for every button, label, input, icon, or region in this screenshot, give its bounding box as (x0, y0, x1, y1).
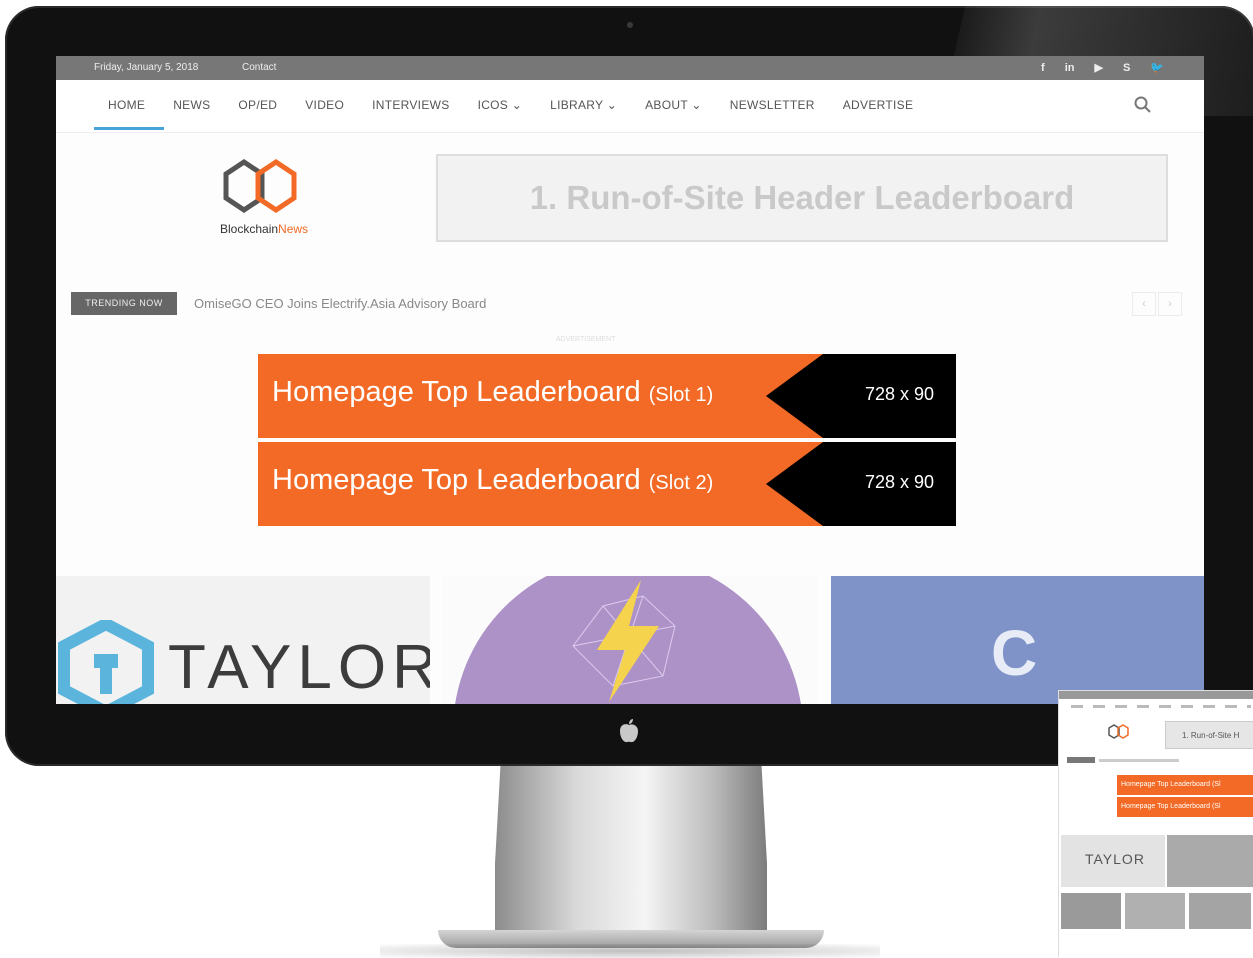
main-nav: HOME NEWS OP/ED VIDEO INTERVIEWS ICOS ⌄ … (56, 80, 1204, 133)
nav-items: HOME NEWS OP/ED VIDEO INTERVIEWS ICOS ⌄ … (108, 98, 913, 112)
nav-active-indicator (94, 127, 164, 130)
mini-nav (1071, 705, 1251, 708)
taylor-cube-icon (58, 620, 154, 704)
mini-card-2 (1167, 835, 1253, 887)
advertisement-label: ADVERTISEMENT (556, 336, 616, 343)
facebook-icon[interactable]: f (1041, 56, 1045, 80)
nav-item-news[interactable]: NEWS (173, 98, 210, 112)
social-links: f in ▶ S 🐦 (1041, 56, 1164, 80)
logo-hexagon-icon (223, 158, 297, 214)
c-logo-icon: C (991, 617, 1038, 689)
ad-slot-text: (Slot 2) (648, 472, 714, 494)
youtube-icon[interactable]: ▶ (1094, 56, 1102, 80)
ad-size: 728 x 90 (864, 472, 934, 492)
lightning-bolt-icon (572, 580, 676, 702)
nav-item-newsletter[interactable]: NEWSLETTER (730, 98, 815, 112)
mini-taylor-text: TAYLOR (1085, 851, 1145, 867)
nav-item-interviews[interactable]: INTERVIEWS (372, 98, 449, 112)
trending-headline[interactable]: OmiseGO CEO Joins Electrify.Asia Advisor… (194, 296, 486, 311)
monitor-stand (495, 766, 767, 934)
taylor-logo-text: TAYLOR (168, 633, 430, 702)
search-icon[interactable] (1134, 96, 1152, 114)
nav-item-video[interactable]: VIDEO (305, 98, 344, 112)
mini-card-row-1 (1061, 893, 1121, 929)
date-text: Friday, January 5, 2018 (94, 62, 199, 73)
nav-item-advertise[interactable]: ADVERTISE (843, 98, 914, 112)
logo-word-news: News (278, 222, 309, 236)
contact-link[interactable]: Contact (242, 56, 276, 80)
twitter-icon[interactable]: 🐦 (1150, 56, 1164, 80)
website-screen: Friday, January 5, 2018 Contact f in ▶ S… (56, 56, 1204, 704)
ad-size: 728 x 90 (864, 384, 934, 404)
ad-title-text: Homepage Top Leaderboard (272, 464, 641, 496)
ticker-prev-button[interactable]: ‹ (1132, 292, 1156, 316)
mini-preview: 1. Run-of-Site H Homepage Top Leaderboar… (1058, 690, 1253, 957)
mini-logo-icon (1108, 724, 1129, 739)
mini-card-taylor: TAYLOR (1061, 835, 1165, 887)
nav-item-icos[interactable]: ICOS ⌄ (478, 98, 523, 112)
camera-dot (627, 22, 633, 28)
top-leaderboard-ad-slot-2[interactable]: Homepage Top Leaderboard (Slot 2) 728 x … (258, 442, 956, 526)
nav-item-home[interactable]: HOME (108, 98, 145, 112)
mini-topbar (1059, 691, 1253, 699)
article-card-omisego[interactable] (443, 576, 817, 704)
mini-header-leaderboard: 1. Run-of-Site H (1165, 721, 1253, 749)
logo-wordmark: BlockchainNews (220, 222, 308, 236)
ad-title-text: Homepage Top Leaderboard (272, 376, 641, 408)
ad-slot-text: (Slot 1) (648, 384, 714, 406)
ad-title: Homepage Top Leaderboard (Slot 2) (272, 464, 713, 497)
site-logo[interactable]: BlockchainNews (216, 156, 316, 246)
ad-title: Homepage Top Leaderboard (Slot 1) (272, 376, 713, 409)
mini-ad-slot-1: Homepage Top Leaderboard (Sl (1117, 775, 1253, 795)
mini-card-row-3 (1189, 893, 1251, 929)
article-card-taylor[interactable]: TAYLOR (56, 576, 430, 704)
article-card-c[interactable]: C (831, 576, 1204, 704)
mini-card-row-2 (1125, 893, 1185, 929)
nav-item-library[interactable]: LIBRARY ⌄ (550, 98, 617, 112)
mini-trending-badge (1067, 757, 1095, 763)
trending-badge: TRENDING NOW (71, 292, 177, 315)
linkedin-icon[interactable]: in (1065, 56, 1075, 80)
nav-item-about[interactable]: ABOUT ⌄ (645, 98, 702, 112)
logo-word-blockchain: Blockchain (220, 222, 279, 236)
ticker-next-button[interactable]: › (1158, 292, 1182, 316)
header-leaderboard-ad[interactable]: 1. Run-of-Site Header Leaderboard (436, 154, 1168, 242)
apple-logo-icon (617, 718, 641, 746)
mini-ad-slot-2: Homepage Top Leaderboard (Sl (1117, 797, 1253, 817)
skype-icon[interactable]: S (1123, 56, 1130, 80)
top-bar: Friday, January 5, 2018 Contact f in ▶ S… (56, 56, 1204, 80)
mini-trending-line (1099, 759, 1179, 762)
top-leaderboard-ad-slot-1[interactable]: Homepage Top Leaderboard (Slot 1) 728 x … (258, 354, 956, 438)
nav-item-oped[interactable]: OP/ED (238, 98, 277, 112)
